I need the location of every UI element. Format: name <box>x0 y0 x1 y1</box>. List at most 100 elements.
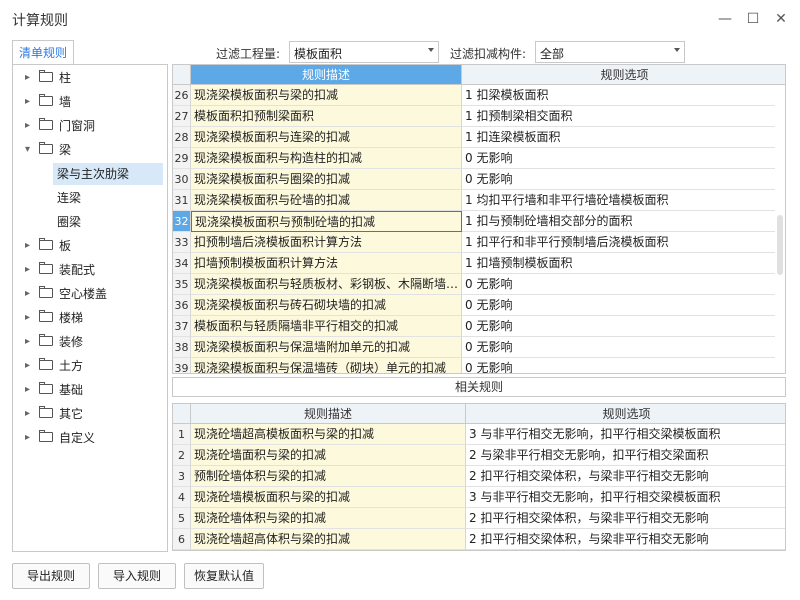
maximize-icon[interactable]: ☐ <box>742 8 764 30</box>
chevron-down-icon[interactable]: ▾ <box>25 139 33 161</box>
table-row[interactable]: 2 现浇砼墙面积与梁的扣减 2 与梁非平行相交无影响，扣平行相交梁面积 <box>173 445 785 466</box>
restore-defaults-button[interactable]: 恢复默认值 <box>184 563 264 589</box>
row-number: 6 <box>173 529 191 550</box>
table-row[interactable]: 35 现浇梁模板面积与轻质板材、彩钢板、木隔断墙… 0 无影响 <box>173 274 785 295</box>
rule-option-cell[interactable]: 2 扣平行相交梁体积，与梁非平行相交无影响 <box>466 508 785 529</box>
rule-option-cell[interactable]: 0 无影响 <box>462 274 775 295</box>
rule-option-cell[interactable]: 0 无影响 <box>462 148 775 169</box>
table-row[interactable]: 4 现浇砼墙模板面积与梁的扣减 3 与非平行相交无影响，扣平行相交梁模板面积 <box>173 487 785 508</box>
folder-icon <box>39 430 53 442</box>
folder-icon <box>39 406 53 418</box>
row-number: 32 <box>173 211 191 232</box>
chevron-right-icon[interactable]: ▸ <box>25 427 33 449</box>
related-header-option[interactable]: 规则选项 <box>466 404 785 424</box>
rule-description: 模板面积与轻质隔墙非平行相交的扣减 <box>191 316 462 337</box>
folder-icon <box>39 94 53 106</box>
rule-option-cell[interactable]: 0 无影响 <box>462 337 775 358</box>
chevron-right-icon[interactable]: ▸ <box>25 91 33 113</box>
tree-item-liang-zhuci[interactable]: 梁与主次肋梁 <box>53 163 163 185</box>
rules-scrollbar[interactable] <box>777 215 783 275</box>
table-row[interactable]: 3 预制砼墙体积与梁的扣减 2 扣平行相交梁体积，与梁非平行相交无影响 <box>173 466 785 487</box>
tree-item-lianliang[interactable]: 连梁 <box>53 187 163 209</box>
related-rules-table: 规则描述 规则选项 1 现浇砼墙超高模板面积与梁的扣减 3 与非平行相交无影响，扣平… <box>172 403 786 551</box>
table-row[interactable]: 33 扣预制墙后浇模板面积计算方法 1 扣平行和非平行预制墙后浇模板面积 <box>173 232 785 253</box>
row-number: 26 <box>173 85 191 106</box>
chevron-right-icon[interactable]: ▸ <box>25 235 33 257</box>
rule-option-cell[interactable]: 1 扣连梁模板面积 <box>462 127 775 148</box>
chevron-right-icon[interactable]: ▸ <box>25 307 33 329</box>
table-row[interactable]: 28 现浇梁模板面积与连梁的扣减 1 扣连梁模板面积 <box>173 127 785 148</box>
row-number: 2 <box>173 445 191 466</box>
filter-component-select[interactable]: 全部 <box>535 41 685 63</box>
table-row[interactable]: 26 现浇梁模板面积与梁的扣减 1 扣梁模板面积 <box>173 85 785 106</box>
close-icon[interactable]: ✕ <box>770 8 792 30</box>
rule-option-cell[interactable]: 1 扣预制梁相交面积 <box>462 106 775 127</box>
row-number: 30 <box>173 169 191 190</box>
table-row[interactable]: 27 模板面积扣预制梁面积 1 扣预制梁相交面积 <box>173 106 785 127</box>
table-row[interactable]: 29 现浇梁模板面积与构造柱的扣减 0 无影响 <box>173 148 785 169</box>
filter-component-value: 全部 <box>540 47 565 61</box>
folder-icon <box>39 238 53 250</box>
rule-description: 现浇砼墙超高体积与梁的扣减 <box>191 529 466 550</box>
rule-option-cell[interactable]: 0 无影响 <box>462 316 775 337</box>
table-row[interactable]: 5 现浇砼墙体积与梁的扣减 2 扣平行相交梁体积，与梁非平行相交无影响 <box>173 508 785 529</box>
chevron-down-icon <box>674 48 680 52</box>
table-row[interactable]: 1 现浇砼墙超高模板面积与梁的扣减 3 与非平行相交无影响，扣平行相交梁模板面积 <box>173 424 785 445</box>
category-tree: ▸ 柱 ▸ 墙 ▸ 门窗洞 ▾ 梁 梁与主次肋梁 连梁 圈梁 ▸ 板 ▸ 装配式 ▸ 空心楼盖… <box>12 64 168 552</box>
rule-description: 现浇梁模板面积与保温墙附加单元的扣减 <box>191 337 462 358</box>
rule-option-cell[interactable]: 0 无影响 <box>462 358 775 373</box>
rule-option-cell[interactable]: 0 无影响 <box>462 295 775 316</box>
table-row[interactable]: 37 模板面积与轻质隔墙非平行相交的扣减 0 无影响 <box>173 316 785 337</box>
table-row[interactable]: 6 现浇砼墙超高体积与梁的扣减 2 扣平行相交梁体积，与梁非平行相交无影响 <box>173 529 785 550</box>
row-number: 27 <box>173 106 191 127</box>
export-rules-button[interactable]: 导出规则 <box>12 563 90 589</box>
rule-option-cell[interactable]: 0 无影响 <box>462 169 775 190</box>
chevron-right-icon[interactable]: ▸ <box>25 403 33 425</box>
rule-option-cell[interactable]: 3 与非平行相交无影响，扣平行相交梁模板面积 <box>466 424 785 445</box>
row-number: 38 <box>173 337 191 358</box>
rules-header-desc[interactable]: 规则描述 <box>191 65 462 85</box>
table-row[interactable]: 30 现浇梁模板面积与圈梁的扣减 0 无影响 <box>173 169 785 190</box>
folder-icon <box>39 334 53 346</box>
tree-item-quanliang[interactable]: 圈梁 <box>53 211 163 233</box>
table-row[interactable]: 36 现浇梁模板面积与砖石砌块墙的扣减 0 无影响 <box>173 295 785 316</box>
rule-option-cell[interactable]: 3 与非平行相交无影响，扣平行相交梁模板面积 <box>466 487 785 508</box>
rule-option-cell[interactable]: 1 扣梁模板面积 <box>462 85 775 106</box>
chevron-right-icon[interactable]: ▸ <box>25 283 33 305</box>
import-rules-button[interactable]: 导入规则 <box>98 563 176 589</box>
rules-table: 规则描述 规则选项 26 现浇梁模板面积与梁的扣减 1 扣梁模板面积 27 模板面积扣预… <box>172 64 786 374</box>
rule-description: 现浇梁模板面积与轻质板材、彩钢板、木隔断墙… <box>191 274 462 295</box>
row-number: 37 <box>173 316 191 337</box>
folder-icon <box>39 382 53 394</box>
rule-option-cell[interactable]: 2 扣平行相交梁体积，与梁非平行相交无影响 <box>466 466 785 487</box>
chevron-right-icon[interactable]: ▸ <box>25 331 33 353</box>
row-number: 36 <box>173 295 191 316</box>
table-row[interactable]: 31 现浇梁模板面积与砼墙的扣减 1 均扣平行墙和非平行墙砼墙模板面积 <box>173 190 785 211</box>
rules-header-option[interactable]: 规则选项 <box>462 65 785 85</box>
rule-option-cell[interactable]: 1 扣墙预制模板面积 <box>462 253 775 274</box>
row-number: 28 <box>173 127 191 148</box>
table-row[interactable]: 39 现浇梁模板面积与保温墙砖（砌块）单元的扣减 0 无影响 <box>173 358 785 373</box>
table-row[interactable]: 32 现浇梁模板面积与预制砼墙的扣减 1 扣与预制砼墙相交部分的面积 <box>173 211 785 232</box>
chevron-right-icon[interactable]: ▸ <box>25 115 33 137</box>
chevron-right-icon[interactable]: ▸ <box>25 379 33 401</box>
minimize-icon[interactable]: — <box>714 8 736 30</box>
filter-quantity-select[interactable]: 模板面积 <box>289 41 439 63</box>
table-row[interactable]: 38 现浇梁模板面积与保温墙附加单元的扣减 0 无影响 <box>173 337 785 358</box>
folder-icon <box>39 262 53 274</box>
row-number: 4 <box>173 487 191 508</box>
rule-option-cell[interactable]: 2 扣平行相交梁体积，与梁非平行相交无影响 <box>466 529 785 550</box>
related-header-desc[interactable]: 规则描述 <box>191 404 466 424</box>
rule-option-cell[interactable]: 1 均扣平行墙和非平行墙砼墙模板面积 <box>462 190 775 211</box>
chevron-right-icon[interactable]: ▸ <box>25 259 33 281</box>
chevron-right-icon[interactable]: ▸ <box>25 67 33 89</box>
folder-icon <box>39 358 53 370</box>
tab-list-rules[interactable]: 清单规则 <box>12 40 74 65</box>
table-row[interactable]: 34 扣墙预制模板面积计算方法 1 扣墙预制模板面积 <box>173 253 785 274</box>
rule-option-cell[interactable]: 1 扣与预制砼墙相交部分的面积 <box>462 211 775 232</box>
rule-description: 扣墙预制模板面积计算方法 <box>191 253 462 274</box>
rule-option-cell[interactable]: 2 与梁非平行相交无影响，扣平行相交梁面积 <box>466 445 785 466</box>
rule-option-cell[interactable]: 1 扣平行和非平行预制墙后浇模板面积 <box>462 232 775 253</box>
title-bar: 计算规则 — ☐ ✕ <box>0 0 800 38</box>
chevron-right-icon[interactable]: ▸ <box>25 355 33 377</box>
